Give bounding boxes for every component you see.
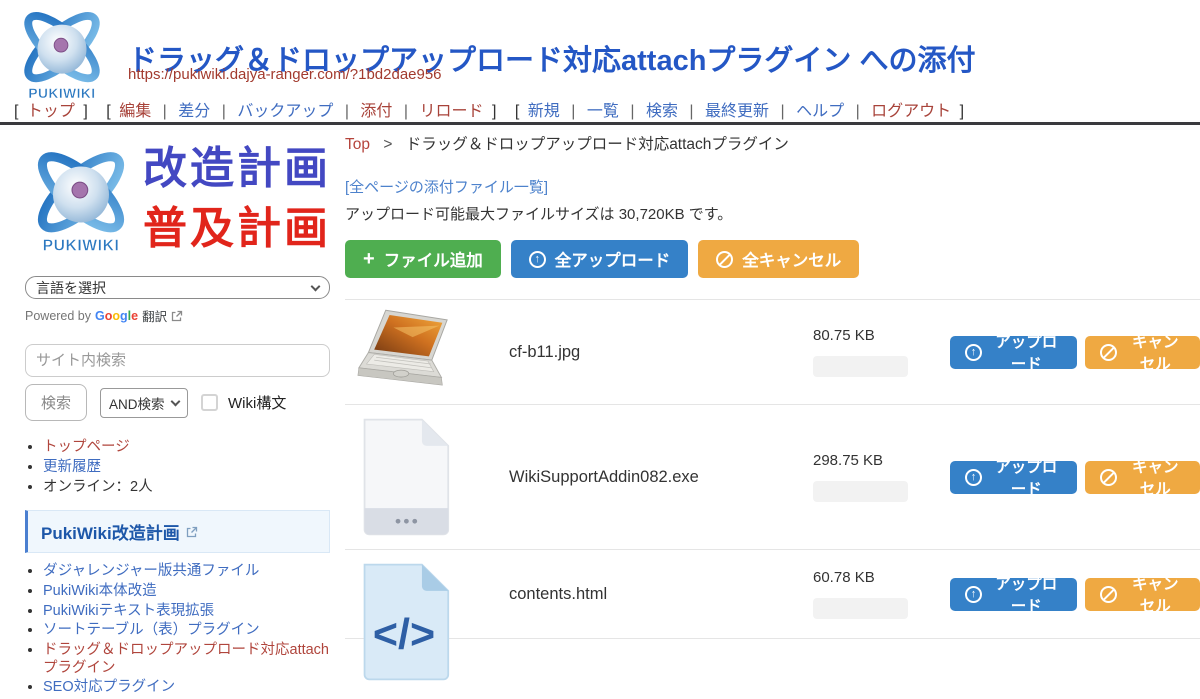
nav-item-recent[interactable]: 最終更新 [705, 103, 769, 120]
wiki-syntax-checkbox[interactable] [201, 394, 218, 411]
online-count: オンライン：2人 [43, 479, 153, 495]
table-row: </> contents.html 60.78 KB アップロード キャンセル [345, 550, 1200, 639]
page-url-link[interactable]: https://pukiwiki.dajya-ranger.com/?1bd2d… [128, 66, 442, 83]
sidebar: PUKIWIKI 改造計画 普及計画 言語を選択 Powered by Goog… [25, 140, 330, 699]
laptop-photo-thumbnail [355, 306, 451, 398]
chevron-down-icon [171, 396, 181, 406]
logo-word-fukyuu: 普及計画 [143, 206, 331, 252]
svg-text:</>: </> [373, 610, 435, 658]
external-link-icon [186, 526, 198, 538]
ban-circle-icon [1100, 586, 1117, 603]
file-name: contents.html [467, 585, 813, 604]
nav-item-top[interactable]: トップ [27, 103, 75, 120]
upload-button[interactable]: アップロード [950, 461, 1077, 494]
list-item: PukiWiki本体改造 [43, 583, 330, 601]
ban-circle-icon [716, 251, 733, 268]
sidebar-quick-links: トップページ 更新履歴 オンライン：2人 [43, 439, 330, 496]
file-size: 80.75 KB [813, 327, 935, 344]
nav-item-help[interactable]: ヘルプ [796, 103, 844, 120]
google-logo-text: Google [95, 309, 138, 323]
upload-button[interactable]: アップロード [950, 578, 1077, 611]
bulk-actions: ファイル追加 全アップロード 全キャンセル [345, 240, 1200, 278]
nav-item-attach[interactable]: 添付 [360, 103, 392, 120]
list-item: オンライン：2人 [43, 479, 330, 496]
nav-item-edit[interactable]: 編集 [119, 103, 151, 120]
header-divider [0, 122, 1200, 125]
file-name: WikiSupportAddin082.exe [467, 468, 813, 487]
breadcrumb-current: ドラッグ＆ドロップアップロード対応attachプラグイン [406, 136, 789, 153]
upload-circle-icon [965, 586, 982, 603]
logo-word-kaizou: 改造計画 [143, 146, 331, 192]
site-search-input[interactable] [25, 344, 330, 377]
plus-icon [363, 249, 375, 269]
file-name: cf-b11.jpg [467, 343, 813, 362]
list-item: ソートテーブル（表）プラグイン [43, 622, 330, 640]
search-button[interactable]: 検索 [25, 384, 87, 421]
sidebar-link-top-page[interactable]: トップページ [43, 439, 130, 455]
upload-button[interactable]: アップロード [950, 336, 1077, 369]
upload-progress-bar [813, 598, 908, 619]
search-mode-select[interactable]: AND検索 [100, 388, 188, 418]
breadcrumb-home-link[interactable]: Top [345, 136, 370, 153]
sidebar-link-update-history[interactable]: 更新履歴 [43, 459, 101, 475]
list-item: トップページ [43, 439, 330, 456]
sidebar-section-header[interactable]: PukiWiki改造計画 [25, 510, 330, 553]
translate-link[interactable]: 翻訳 [142, 306, 167, 325]
cancel-button[interactable]: キャンセル [1085, 461, 1200, 494]
list-item: PukiWikiテキスト表現拡張 [43, 603, 330, 621]
google-translate-attribution: Powered by Google 翻訳 [25, 306, 330, 325]
list-item: ドラッグ＆ドロップアップロード対応attachプラグイン [43, 642, 330, 677]
ban-circle-icon [1100, 469, 1117, 486]
breadcrumb-separator: > [383, 136, 392, 153]
pukiwiki-atom-logo-icon[interactable]: PUKIWIKI [12, 4, 112, 102]
list-item: 更新履歴 [43, 459, 330, 476]
nav-item-diff[interactable]: 差分 [178, 103, 210, 120]
nav-item-new[interactable]: 新規 [528, 103, 560, 120]
nav-item-logout[interactable]: ログアウト [871, 103, 951, 120]
sidebar-plugin-links: ダジャレンジャー版共通ファイル PukiWiki本体改造 PukiWikiテキス… [43, 563, 330, 697]
cancel-button[interactable]: キャンセル [1085, 336, 1200, 369]
max-upload-size-text: アップロード可能最大ファイルサイズは 30,720KB です。 [345, 203, 1200, 224]
cancel-all-button[interactable]: 全キャンセル [698, 240, 859, 278]
upload-queue-list: cf-b11.jpg 80.75 KB アップロード キャンセル [345, 299, 1200, 639]
pukiwiki-atom-logo-icon: PUKIWIKI [25, 140, 137, 258]
upload-circle-icon [965, 469, 982, 486]
top-navbar: [ トップ ] [ 編集 | 差分 | バックアップ | 添付 | リロード ]… [10, 97, 968, 121]
code-file-icon: </> [355, 562, 453, 682]
all-attachments-link[interactable]: [全ページの添付ファイル一覧] [345, 176, 548, 197]
list-item: SEO対応プラグイン [43, 679, 330, 697]
file-size: 60.78 KB [813, 569, 935, 586]
external-link-icon [171, 310, 183, 322]
sidebar-link-core-mod[interactable]: PukiWiki本体改造 [43, 583, 157, 599]
cancel-button[interactable]: キャンセル [1085, 578, 1200, 611]
sidebar-link-seo-plugin[interactable]: SEO対応プラグイン [43, 679, 175, 695]
list-item: ダジャレンジャー版共通ファイル [43, 563, 330, 581]
nav-item-list[interactable]: 一覧 [587, 103, 619, 120]
add-file-button[interactable]: ファイル追加 [345, 240, 501, 278]
main-content: Top > ドラッグ＆ドロップアップロード対応attachプラグイン [全ページ… [345, 132, 1200, 639]
wiki-syntax-label: Wiki構文 [228, 392, 286, 413]
pukiwiki-logo-text: PUKIWIKI [43, 238, 120, 255]
sidebar-link-text-ext[interactable]: PukiWikiテキスト表現拡張 [43, 603, 214, 619]
nav-item-reload[interactable]: リロード [420, 103, 484, 120]
sidebar-link-dnd-attach[interactable]: ドラッグ＆ドロップアップロード対応attachプラグイン [43, 642, 329, 676]
sidebar-link-sort-table[interactable]: ソートテーブル（表）プラグイン [43, 622, 260, 638]
upload-circle-icon [529, 251, 546, 268]
upload-circle-icon [965, 344, 982, 361]
nav-item-backup[interactable]: バックアップ [237, 103, 333, 120]
ban-circle-icon [1100, 344, 1117, 361]
file-size: 298.75 KB [813, 452, 935, 469]
upload-all-button[interactable]: 全アップロード [511, 240, 689, 278]
chevron-down-icon [311, 281, 321, 291]
table-row: WikiSupportAddin082.exe 298.75 KB アップロード… [345, 405, 1200, 550]
sidebar-link-common-files[interactable]: ダジャレンジャー版共通ファイル [43, 563, 259, 579]
nav-item-search[interactable]: 検索 [646, 103, 678, 120]
generic-file-icon [355, 417, 453, 537]
upload-progress-bar [813, 356, 908, 377]
upload-progress-bar [813, 481, 908, 502]
breadcrumb: Top > ドラッグ＆ドロップアップロード対応attachプラグイン [345, 132, 1200, 154]
table-row: cf-b11.jpg 80.75 KB アップロード キャンセル [345, 300, 1200, 405]
sidebar-site-logo[interactable]: PUKIWIKI 改造計画 普及計画 [25, 140, 330, 258]
language-select[interactable]: 言語を選択 [25, 276, 330, 299]
